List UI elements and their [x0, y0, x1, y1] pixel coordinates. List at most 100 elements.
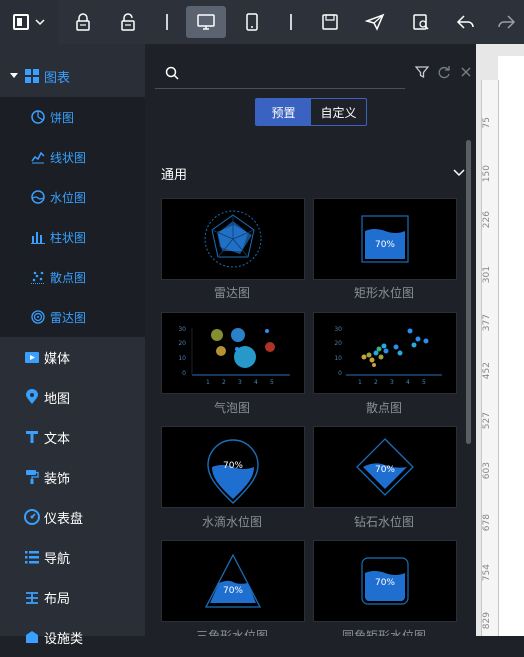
- water-value: 70%: [223, 586, 243, 596]
- lock-icon: [76, 13, 90, 31]
- svg-text:0: 0: [182, 370, 186, 377]
- sidebar-item-label: 饼图: [50, 110, 75, 125]
- layout-icon: [13, 14, 29, 30]
- water-level-icon: [30, 189, 46, 205]
- sidebar-category-decoration[interactable]: 装饰: [0, 457, 145, 497]
- panel-scrollbar[interactable]: [466, 140, 471, 444]
- save-button[interactable]: [310, 6, 350, 38]
- sidebar-item-radar[interactable]: 雷达图: [0, 297, 145, 337]
- card-label: 钻石水位图: [353, 515, 414, 529]
- filter-icon[interactable]: [415, 65, 429, 79]
- preview-button[interactable]: [401, 6, 441, 38]
- tab-preset[interactable]: 预置: [256, 99, 311, 125]
- ruler-tick: 603: [482, 462, 492, 480]
- sidebar-item-label: 线状图: [50, 150, 87, 165]
- top-toolbar: [0, 0, 524, 44]
- sidebar-category-charts[interactable]: 图表: [0, 56, 145, 96]
- sidebar-category-gauge[interactable]: 仪表盘: [0, 497, 145, 537]
- sidebar-category-navigation[interactable]: 导航: [0, 537, 145, 577]
- tab-custom[interactable]: 自定义: [311, 99, 366, 125]
- desktop-view-button[interactable]: [186, 6, 226, 38]
- sidebar-category-label: 仪表盘: [44, 511, 84, 527]
- card-label: 矩形水位图: [353, 286, 414, 300]
- pie-chart-icon: [30, 109, 46, 125]
- unlock-button[interactable]: [108, 6, 148, 38]
- sidebar-category-label: 导航: [44, 551, 71, 567]
- svg-text:5: 5: [422, 379, 426, 386]
- ruler-tick: 829: [482, 612, 492, 630]
- radar-icon: [30, 309, 46, 325]
- mobile-view-button[interactable]: [232, 6, 272, 38]
- sidebar-item-label: 柱状图: [50, 230, 87, 245]
- section-header[interactable]: 通用: [161, 164, 465, 184]
- svg-text:5: 5: [270, 379, 274, 386]
- sidebar-category-label: 装饰: [44, 471, 71, 487]
- scatter-preview: 30 20 10 0 1 2 3 4 5: [334, 326, 442, 386]
- send-icon: [365, 13, 385, 31]
- ruler-tick: 527: [482, 412, 492, 430]
- component-card-drop-water[interactable]: 70%: [161, 426, 305, 508]
- chevron-down-icon: [35, 19, 45, 26]
- svg-text:2: 2: [222, 379, 226, 386]
- svg-text:20: 20: [178, 340, 186, 347]
- svg-text:4: 4: [254, 379, 258, 386]
- media-icon: [24, 349, 40, 365]
- ruler-tick: 226: [482, 211, 492, 229]
- ruler-tick: 377: [482, 314, 492, 332]
- save-icon: [322, 14, 338, 30]
- sidebar-item-scatter[interactable]: 散点图: [0, 257, 145, 297]
- search-field[interactable]: [155, 58, 405, 89]
- scatter-icon: [30, 269, 46, 285]
- sidebar-category-text[interactable]: 文本: [0, 417, 145, 457]
- sidebar-item-pie[interactable]: 饼图: [0, 97, 145, 137]
- component-card-rounded-water[interactable]: 70%: [313, 540, 457, 622]
- search-icon: [165, 66, 179, 80]
- sidebar-item-water-level[interactable]: 水位图: [0, 177, 145, 217]
- drop-water-preview: 70%: [207, 439, 259, 504]
- component-card-bubble[interactable]: 30 20 10 0 1 2 3 4 5: [161, 312, 305, 394]
- rect-water-preview: 70%: [361, 215, 409, 263]
- list-icon: [24, 549, 40, 565]
- sidebar-category-map[interactable]: 地图: [0, 377, 145, 417]
- component-card-diamond-water[interactable]: 70%: [313, 426, 457, 508]
- redo-button[interactable]: [488, 6, 524, 38]
- undo-button[interactable]: [446, 6, 486, 38]
- gauge-icon: [24, 509, 40, 525]
- app-menu-button[interactable]: [0, 0, 58, 44]
- svg-text:3: 3: [390, 379, 394, 386]
- ruler-tick: 150: [482, 165, 492, 183]
- svg-text:10: 10: [178, 355, 186, 362]
- radar-preview: [204, 210, 262, 268]
- lock-button[interactable]: [63, 6, 103, 38]
- toolbar-divider: [290, 14, 292, 30]
- close-icon[interactable]: [460, 66, 472, 78]
- component-card-triangle-water[interactable]: 70%: [161, 540, 305, 622]
- rounded-water-preview: 70%: [361, 557, 409, 605]
- refresh-icon[interactable]: [437, 65, 451, 79]
- line-chart-icon: [30, 149, 46, 165]
- undo-icon: [456, 15, 474, 29]
- sidebar-category-layout[interactable]: 布局: [0, 577, 145, 617]
- sidebar-category-facility[interactable]: 设施类: [0, 617, 145, 657]
- toolbar-divider: [166, 14, 168, 30]
- sidebar-category-label: 文本: [44, 431, 71, 447]
- ruler-tick: 301: [482, 266, 492, 284]
- component-card-scatter[interactable]: 30 20 10 0 1 2 3 4 5: [313, 312, 457, 394]
- sidebar-category-media[interactable]: 媒体: [0, 337, 145, 377]
- component-card-radar[interactable]: [161, 198, 305, 280]
- component-card-rect-water[interactable]: 70%: [313, 198, 457, 280]
- canvas-page[interactable]: [498, 56, 524, 636]
- monitor-icon: [197, 14, 215, 30]
- publish-button[interactable]: [355, 6, 395, 38]
- chevron-down-icon: [453, 169, 465, 177]
- facility-icon: [24, 629, 40, 645]
- svg-text:4: 4: [406, 379, 410, 386]
- layout-grid-icon: [24, 589, 40, 605]
- sidebar-item-line[interactable]: 线状图: [0, 137, 145, 177]
- sidebar-item-label: 散点图: [50, 270, 87, 285]
- triangle-water-preview: 70%: [204, 553, 262, 608]
- unlock-icon: [121, 13, 135, 31]
- sidebar-item-bar[interactable]: 柱状图: [0, 217, 145, 257]
- component-panel: 预置 自定义 通用 雷达图 70% 矩形水位图 30 20 10 0 1 2 3…: [145, 44, 476, 636]
- sidebar-category-label: 布局: [44, 591, 71, 607]
